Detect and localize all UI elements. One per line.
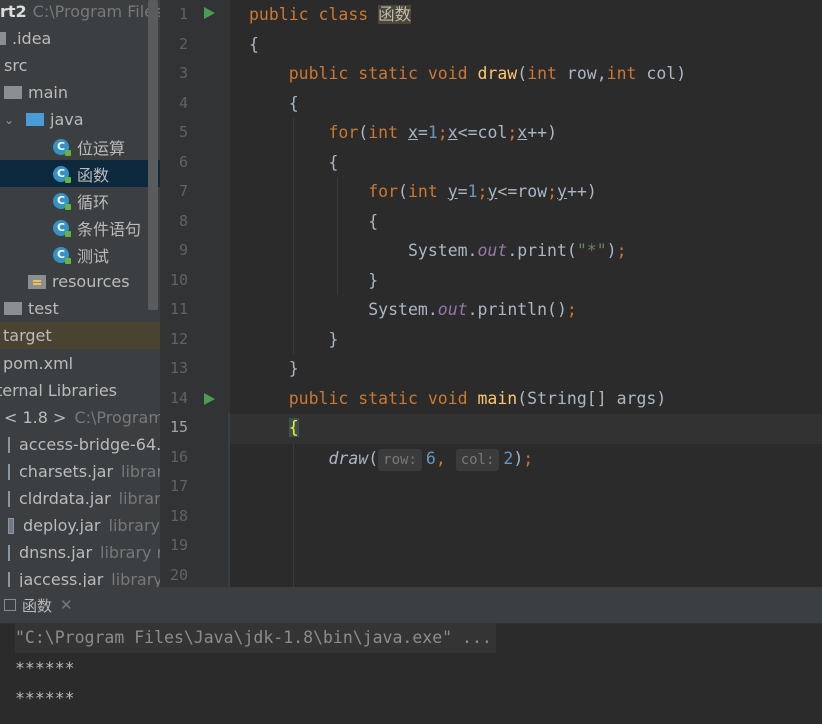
code-line-6: { [328, 152, 339, 172]
line-number: 19 [169, 536, 188, 554]
code-line-14: public static void main(String[] args) [288, 388, 667, 408]
line-number: 10 [169, 270, 188, 289]
tree-item-jar[interactable]: charsets.jar librar [0, 458, 160, 485]
java-class-icon: C [53, 192, 71, 210]
line-number: 18 [169, 506, 188, 525]
run-config-icon [4, 599, 16, 611]
java-class-icon: C [53, 138, 71, 156]
folder-icon [4, 86, 22, 99]
line-number: 2 [178, 34, 188, 53]
tree-item-test[interactable]: test [0, 295, 160, 322]
line-number: 5 [178, 123, 188, 141]
tree-item-java[interactable]: ⌄ java [0, 106, 160, 133]
run-tab-bar: 函数 ✕ [0, 587, 822, 624]
project-title: rt2 [0, 2, 27, 21]
tree-item-main[interactable]: main [0, 79, 160, 106]
source-folder-icon [26, 113, 44, 126]
project-path: C:\Program Files\ [32, 2, 160, 21]
line-number: 12 [169, 329, 188, 348]
code-line-1: public class 函数 [249, 5, 412, 24]
tree-item-class[interactable]: C 位运算 [0, 133, 160, 160]
param-hint-row: row: [378, 449, 422, 471]
code-line-3: public static void draw(int row,int col) [288, 64, 687, 83]
run-main-icon[interactable] [204, 393, 215, 405]
jar-icon [8, 571, 10, 587]
tree-item-jdk[interactable]: < 1.8 > C:\Program [0, 404, 160, 431]
run-class-icon[interactable] [204, 7, 215, 19]
tree-item-jar[interactable]: jaccess.jar library [0, 566, 160, 587]
run-tool-window: 函数 ✕ "C:\Program Files\Java\jdk-1.8\bin\… [0, 587, 822, 724]
tree-item-jar[interactable]: cldrdata.jar librar [0, 485, 160, 512]
close-icon[interactable]: ✕ [60, 596, 73, 614]
tree-item-pom[interactable]: pom.xml [0, 350, 160, 377]
code-line-15: { [288, 418, 299, 437]
code-line-4: { [288, 93, 299, 113]
code-line-16: draw(row: 6, col: 2); [249, 444, 533, 474]
code-line-7: for(int y=1;y<=row;y++) [368, 182, 597, 201]
line-number: 20 [169, 565, 188, 584]
code-line-11: System.out.println(); [368, 300, 577, 319]
line-number: 7 [178, 182, 188, 200]
java-class-icon: C [53, 165, 71, 183]
run-tab-label: 函数 [22, 596, 53, 615]
tree-item-src[interactable]: src [0, 52, 160, 79]
console-command: "C:\Program Files\Java\jdk-1.8\bin\java.… [15, 623, 496, 653]
jar-icon [8, 490, 10, 507]
jar-icon [8, 517, 15, 534]
sidebar-scrollbar[interactable] [148, 0, 158, 310]
java-class-icon: C [53, 219, 71, 237]
current-line-highlight [230, 414, 822, 444]
tree-item-resources[interactable]: resources [0, 268, 160, 295]
code-line-12: } [328, 329, 339, 349]
line-number-current: 15 [169, 418, 188, 436]
code-line-2: { [249, 34, 259, 54]
line-number: 4 [178, 93, 188, 112]
tree-item-idea[interactable]: .idea [0, 25, 160, 52]
code-line-13: } [288, 359, 299, 378]
project-header[interactable]: rt2 C:\Program Files\ [0, 0, 160, 25]
line-number: 16 [169, 447, 188, 466]
tree-item-external-libraries[interactable]: ternal Libraries [0, 377, 160, 404]
chevron-down-icon[interactable]: ⌄ [4, 113, 18, 127]
line-number: 17 [169, 477, 188, 495]
tree-item-jar[interactable]: dnsns.jar library r [0, 539, 160, 566]
code-editor[interactable]: public class 函数 { public static void dra… [230, 0, 822, 587]
line-number: 8 [178, 211, 188, 230]
console-output-line: ****** [15, 689, 75, 708]
java-class-icon: C [53, 246, 71, 264]
code-line-5: for(int x=1;x<=col;x++) [328, 123, 558, 142]
resources-folder-icon [28, 274, 46, 289]
line-number: 13 [169, 359, 188, 377]
line-number: 9 [178, 241, 188, 259]
jar-icon [8, 436, 10, 453]
tree-item-class[interactable]: C 测试 [0, 241, 160, 268]
param-hint-col: col: [455, 449, 500, 471]
tree-item-jar[interactable]: access-bridge-64. [0, 431, 160, 458]
tree-item-jar[interactable]: deploy.jar library [0, 512, 160, 539]
line-number: 3 [178, 64, 188, 82]
tree-item-class-selected[interactable]: C 函数 [0, 160, 160, 187]
tree-item-target[interactable]: target [0, 322, 160, 349]
jar-icon [8, 544, 10, 561]
line-number: 14 [169, 388, 188, 407]
folder-icon [0, 32, 6, 45]
line-number: 11 [169, 300, 188, 318]
tree-item-class[interactable]: C 条件语句 [0, 214, 160, 241]
run-tab[interactable]: 函数 ✕ [0, 587, 77, 623]
line-number: 1 [178, 5, 188, 23]
line-number: 6 [178, 152, 188, 171]
folder-icon [4, 302, 22, 315]
code-line-9: System.out.print("*"); [407, 241, 627, 260]
console-output-line: ****** [15, 659, 75, 678]
jar-icon [8, 463, 10, 480]
project-tool-window: rt2 C:\Program Files\ .idea src main ⌄ j… [0, 0, 160, 587]
code-line-8: { [368, 211, 379, 231]
code-line-10: } [368, 270, 379, 290]
tree-item-class[interactable]: C 循环 [0, 187, 160, 214]
